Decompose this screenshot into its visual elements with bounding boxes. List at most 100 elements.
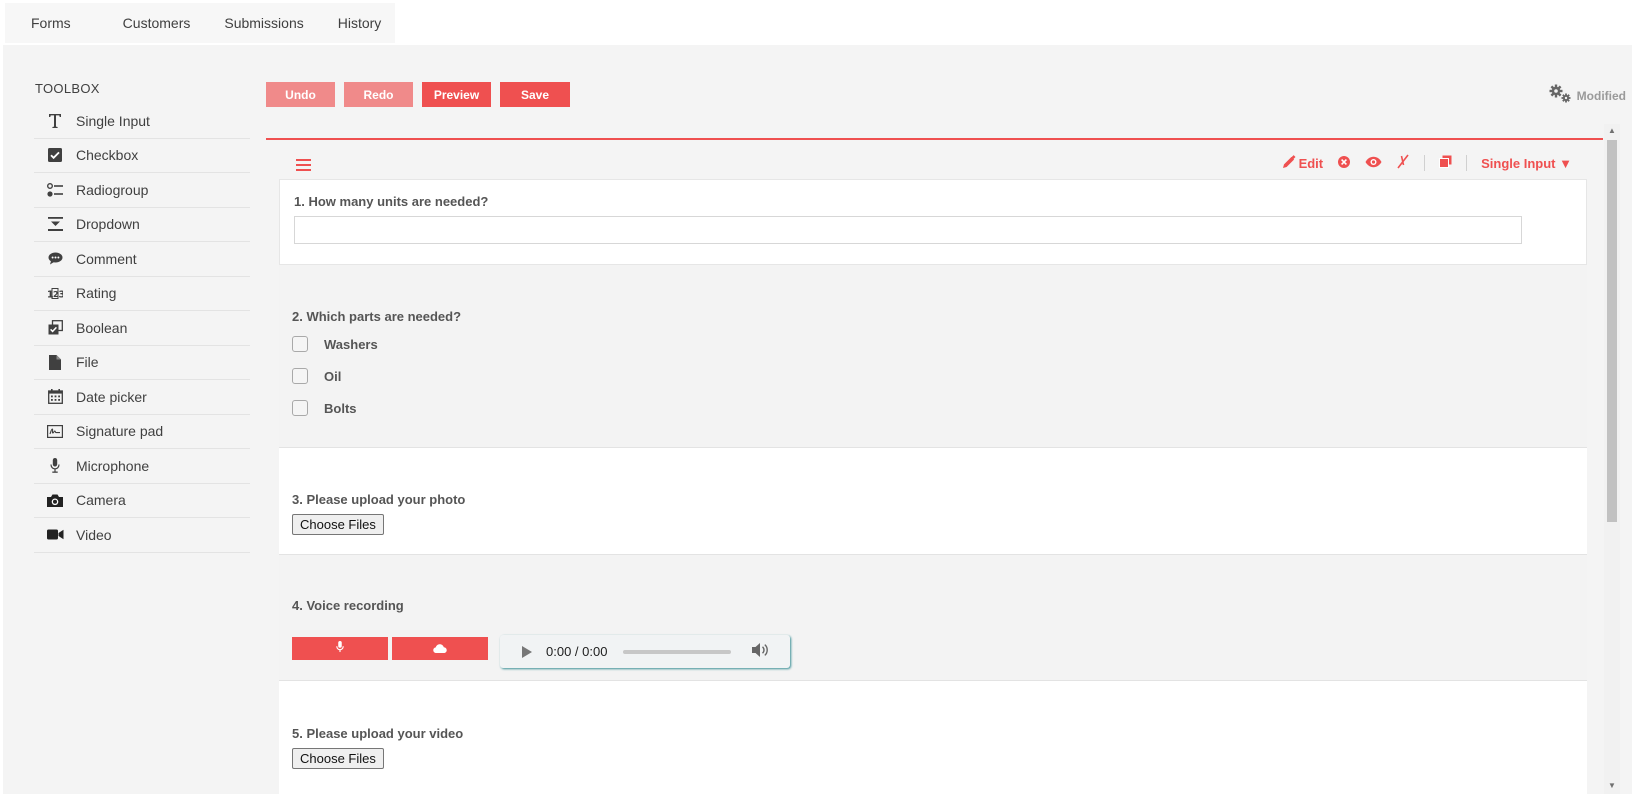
rating-icon: 123 bbox=[34, 283, 76, 303]
checkbox-icon bbox=[34, 145, 76, 165]
undo-button[interactable]: Undo bbox=[266, 82, 335, 107]
edit-question-button[interactable]: Edit bbox=[1282, 154, 1323, 172]
choice-bolts[interactable]: Bolts bbox=[292, 400, 357, 416]
delete-icon[interactable] bbox=[1337, 155, 1351, 172]
tool-video[interactable]: Video bbox=[34, 518, 250, 553]
editor-workspace: TOOLBOX Single Input Checkbox Radiogroup… bbox=[3, 45, 1632, 794]
microphone-icon bbox=[34, 456, 76, 476]
tool-label: Radiogroup bbox=[76, 181, 149, 198]
toolbox: TOOLBOX Single Input Checkbox Radiogroup… bbox=[34, 81, 250, 553]
toolbar-separator bbox=[1424, 155, 1426, 171]
toolbox-title: TOOLBOX bbox=[35, 81, 100, 96]
question-title: 1. How many units are needed? bbox=[294, 194, 489, 209]
save-status[interactable]: Modified bbox=[1549, 84, 1626, 107]
question-2[interactable]: 2. Which parts are needed? Washers Oil B… bbox=[279, 265, 1587, 448]
nav-customers[interactable]: Customers bbox=[106, 15, 208, 31]
question-1[interactable]: 1. How many units are needed? bbox=[279, 179, 1587, 265]
question-title: 4. Voice recording bbox=[292, 598, 404, 613]
play-icon[interactable] bbox=[522, 645, 532, 658]
file-icon bbox=[34, 352, 76, 372]
survey-canvas: Edit Single Input ▼ 1. How many units ar… bbox=[279, 140, 1604, 794]
video-file-button[interactable]: Choose Files bbox=[292, 748, 384, 769]
question-title: 3. Please upload your photo bbox=[292, 492, 466, 507]
checkbox[interactable] bbox=[292, 336, 308, 352]
tool-date-picker[interactable]: Date picker bbox=[34, 380, 250, 415]
upload-recording-button[interactable] bbox=[392, 637, 488, 660]
tool-label: Rating bbox=[76, 285, 117, 302]
comment-icon bbox=[34, 249, 76, 269]
nav-history[interactable]: History bbox=[321, 15, 399, 31]
save-button[interactable]: Save bbox=[500, 82, 570, 107]
choice-label: Washers bbox=[324, 336, 378, 352]
tool-camera[interactable]: Camera bbox=[34, 484, 250, 518]
boolean-icon bbox=[34, 318, 76, 338]
cloud-icon bbox=[433, 641, 447, 656]
video-icon bbox=[34, 525, 76, 545]
signature-icon bbox=[34, 421, 76, 441]
text-t-icon bbox=[34, 111, 76, 131]
nav-submissions[interactable]: Submissions bbox=[207, 15, 320, 31]
choice-washers[interactable]: Washers bbox=[292, 336, 378, 352]
eye-icon[interactable] bbox=[1365, 156, 1382, 171]
tool-checkbox[interactable]: Checkbox bbox=[34, 139, 250, 173]
preview-button[interactable]: Preview bbox=[422, 82, 491, 107]
tool-boolean[interactable]: Boolean bbox=[34, 311, 250, 346]
canvas-scrollbar[interactable]: ▲ ▼ bbox=[1604, 124, 1620, 794]
gears-icon bbox=[1549, 84, 1573, 107]
form-editor: Undo Redo Preview Save Modified Edit Sin… bbox=[266, 45, 1626, 794]
microphone-icon bbox=[336, 641, 344, 656]
tool-label: Boolean bbox=[76, 319, 128, 336]
tool-single-input[interactable]: Single Input bbox=[34, 104, 250, 139]
top-nav: Forms Customers Submissions History bbox=[5, 3, 395, 43]
question-3[interactable]: 3. Please upload your photo Choose Files bbox=[279, 448, 1587, 555]
tool-label: Comment bbox=[76, 250, 137, 267]
tool-label: Microphone bbox=[76, 457, 150, 474]
choice-label: Oil bbox=[324, 368, 342, 384]
tool-radiogroup[interactable]: Radiogroup bbox=[34, 173, 250, 208]
tool-label: Video bbox=[76, 526, 112, 543]
choice-label: Bolts bbox=[324, 400, 357, 416]
audio-seek-bar[interactable] bbox=[623, 649, 732, 654]
tool-rating[interactable]: 123 Rating bbox=[34, 277, 250, 311]
question-toolbar: Edit Single Input ▼ bbox=[279, 140, 1604, 178]
checkbox[interactable] bbox=[292, 368, 308, 384]
nav-forms[interactable]: Forms bbox=[5, 15, 106, 31]
audio-player: 0:00 / 0:00 bbox=[500, 635, 790, 668]
redo-button[interactable]: Redo bbox=[344, 82, 413, 107]
camera-icon bbox=[34, 490, 76, 510]
scroll-down-arrow-icon[interactable]: ▼ bbox=[1608, 781, 1616, 790]
radiogroup-icon bbox=[34, 180, 76, 200]
question-4[interactable]: 4. Voice recording 0:00 / 0:00 bbox=[279, 555, 1587, 681]
scroll-up-arrow-icon[interactable]: ▲ bbox=[1608, 126, 1616, 135]
svg-text:3: 3 bbox=[59, 289, 64, 299]
tool-label: Dropdown bbox=[76, 216, 140, 233]
required-toggle-icon[interactable] bbox=[1396, 154, 1410, 172]
tool-label: Checkbox bbox=[76, 147, 139, 164]
photo-file-button[interactable]: Choose Files bbox=[292, 514, 384, 535]
tool-microphone[interactable]: Microphone bbox=[34, 449, 250, 484]
tool-label: Date picker bbox=[76, 388, 147, 405]
tool-dropdown[interactable]: Dropdown bbox=[34, 208, 250, 242]
units-input[interactable] bbox=[294, 216, 1522, 244]
modified-label: Modified bbox=[1576, 88, 1626, 103]
tool-label: Signature pad bbox=[76, 423, 164, 440]
tool-signature-pad[interactable]: Signature pad bbox=[34, 415, 250, 449]
checkbox[interactable] bbox=[292, 400, 308, 416]
scrollbar-thumb[interactable] bbox=[1607, 140, 1617, 522]
question-type-dropdown[interactable]: Single Input ▼ bbox=[1481, 156, 1572, 171]
tool-comment[interactable]: Comment bbox=[34, 242, 250, 277]
volume-icon[interactable] bbox=[751, 642, 769, 661]
audio-time: 0:00 / 0:00 bbox=[546, 644, 608, 659]
tool-label: File bbox=[76, 354, 99, 371]
drag-handle-icon[interactable] bbox=[296, 158, 311, 176]
question-title: 5. Please upload your video bbox=[292, 726, 464, 741]
copy-icon[interactable] bbox=[1439, 155, 1452, 171]
dropdown-icon bbox=[34, 214, 76, 234]
calendar-icon bbox=[34, 387, 76, 407]
record-button[interactable] bbox=[292, 637, 388, 660]
question-5[interactable]: 5. Please upload your video Choose Files bbox=[279, 681, 1587, 794]
tool-file[interactable]: File bbox=[34, 346, 250, 380]
tool-label: Single Input bbox=[76, 112, 150, 129]
pencil-icon bbox=[1282, 154, 1296, 172]
choice-oil[interactable]: Oil bbox=[292, 368, 341, 384]
